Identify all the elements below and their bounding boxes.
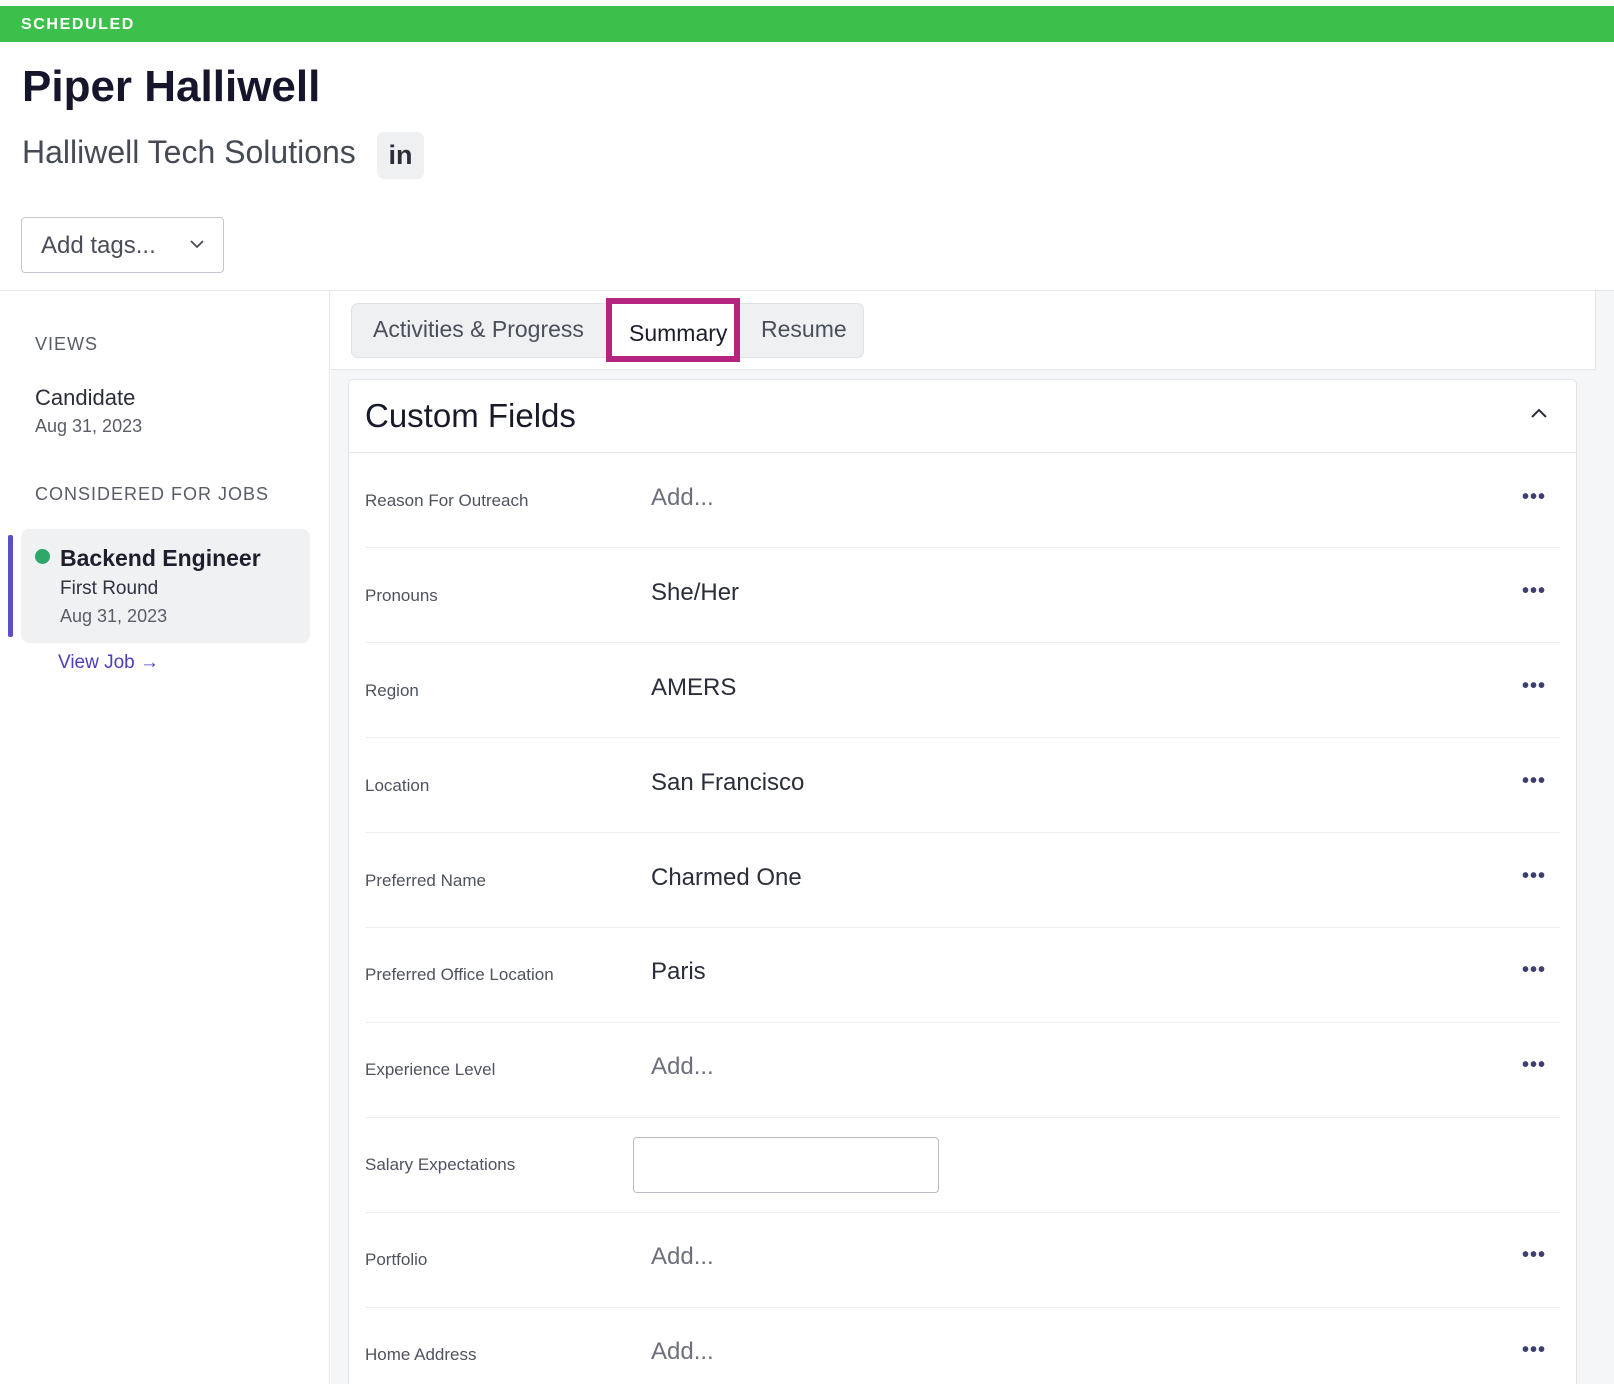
field-label: Reason For Outreach — [365, 491, 529, 510]
field-value-add[interactable]: Add... — [651, 1338, 714, 1366]
field-value[interactable]: AMERS — [651, 674, 736, 702]
status-banner: SCHEDULED — [0, 6, 1614, 42]
field-label: Location — [365, 776, 430, 795]
view-date: Aug 31, 2023 — [35, 416, 143, 436]
more-options-icon[interactable]: ••• — [1522, 1244, 1546, 1267]
candidate-name: Piper Halliwell — [22, 62, 321, 111]
custom-fields-title: Custom Fields — [365, 397, 576, 434]
field-value-add[interactable]: Add... — [651, 484, 714, 512]
more-options-icon[interactable]: ••• — [1522, 770, 1546, 793]
job-date: Aug 31, 2023 — [60, 606, 168, 626]
tab-summary[interactable]: Summary — [606, 298, 740, 362]
job-status-dot — [35, 549, 50, 564]
field-value[interactable]: Paris — [651, 958, 706, 986]
more-options-icon[interactable]: ••• — [1522, 865, 1546, 888]
more-options-icon[interactable]: ••• — [1522, 580, 1546, 603]
field-label: Experience Level — [365, 1060, 496, 1079]
field-label: Salary Expectations — [365, 1155, 516, 1174]
more-options-icon[interactable]: ••• — [1522, 1054, 1546, 1077]
field-label: Portfolio — [365, 1250, 428, 1269]
tab-activities-progress[interactable]: Activities & Progress — [373, 316, 584, 343]
field-value[interactable]: Charmed One — [651, 864, 802, 892]
row-divider — [365, 1022, 1560, 1023]
job-selected-indicator — [8, 535, 13, 637]
row-divider — [365, 832, 1560, 833]
field-label: Region — [365, 681, 419, 700]
view-candidate[interactable]: Candidate — [35, 385, 135, 411]
jobs-heading: CONSIDERED FOR JOBS — [35, 484, 270, 504]
view-job-link[interactable]: View Job → — [58, 652, 159, 674]
candidate-company: Halliwell Tech Solutions — [22, 134, 356, 170]
custom-fields-card — [348, 379, 1577, 1384]
field-value-add[interactable]: Add... — [651, 1053, 714, 1081]
add-tags-dropdown[interactable]: Add tags... — [21, 217, 224, 273]
row-divider — [365, 927, 1560, 928]
field-value-add[interactable]: Add... — [651, 1243, 714, 1271]
row-divider — [365, 547, 1560, 548]
more-options-icon[interactable]: ••• — [1522, 959, 1546, 982]
job-stage: First Round — [60, 578, 159, 599]
salary-expectations-input[interactable] — [633, 1137, 939, 1193]
field-value[interactable]: She/Her — [651, 579, 739, 607]
tab-summary-label: Summary — [629, 320, 728, 346]
more-options-icon[interactable]: ••• — [1522, 675, 1546, 698]
chevron-up-icon[interactable] — [1529, 405, 1549, 421]
field-value[interactable]: San Francisco — [651, 769, 804, 797]
status-label: SCHEDULED — [21, 16, 135, 33]
row-divider — [365, 1117, 1560, 1118]
tab-resume[interactable]: Resume — [761, 316, 847, 343]
chevron-down-icon — [190, 240, 204, 249]
card-header-divider — [348, 452, 1577, 453]
row-divider — [365, 737, 1560, 738]
field-label: Preferred Name — [365, 871, 486, 890]
linkedin-icon[interactable]: in — [377, 132, 424, 179]
row-divider — [365, 1307, 1560, 1308]
sidebar — [0, 291, 330, 1384]
job-title: Backend Engineer — [60, 545, 261, 571]
add-tags-placeholder: Add tags... — [41, 232, 156, 259]
field-label: Preferred Office Location — [365, 965, 554, 984]
more-options-icon[interactable]: ••• — [1522, 1339, 1546, 1362]
views-heading: VIEWS — [35, 334, 99, 354]
row-divider — [365, 1212, 1560, 1213]
more-options-icon[interactable]: ••• — [1522, 486, 1546, 509]
field-label: Home Address — [365, 1345, 477, 1364]
row-divider — [365, 642, 1560, 643]
field-label: Pronouns — [365, 586, 438, 605]
